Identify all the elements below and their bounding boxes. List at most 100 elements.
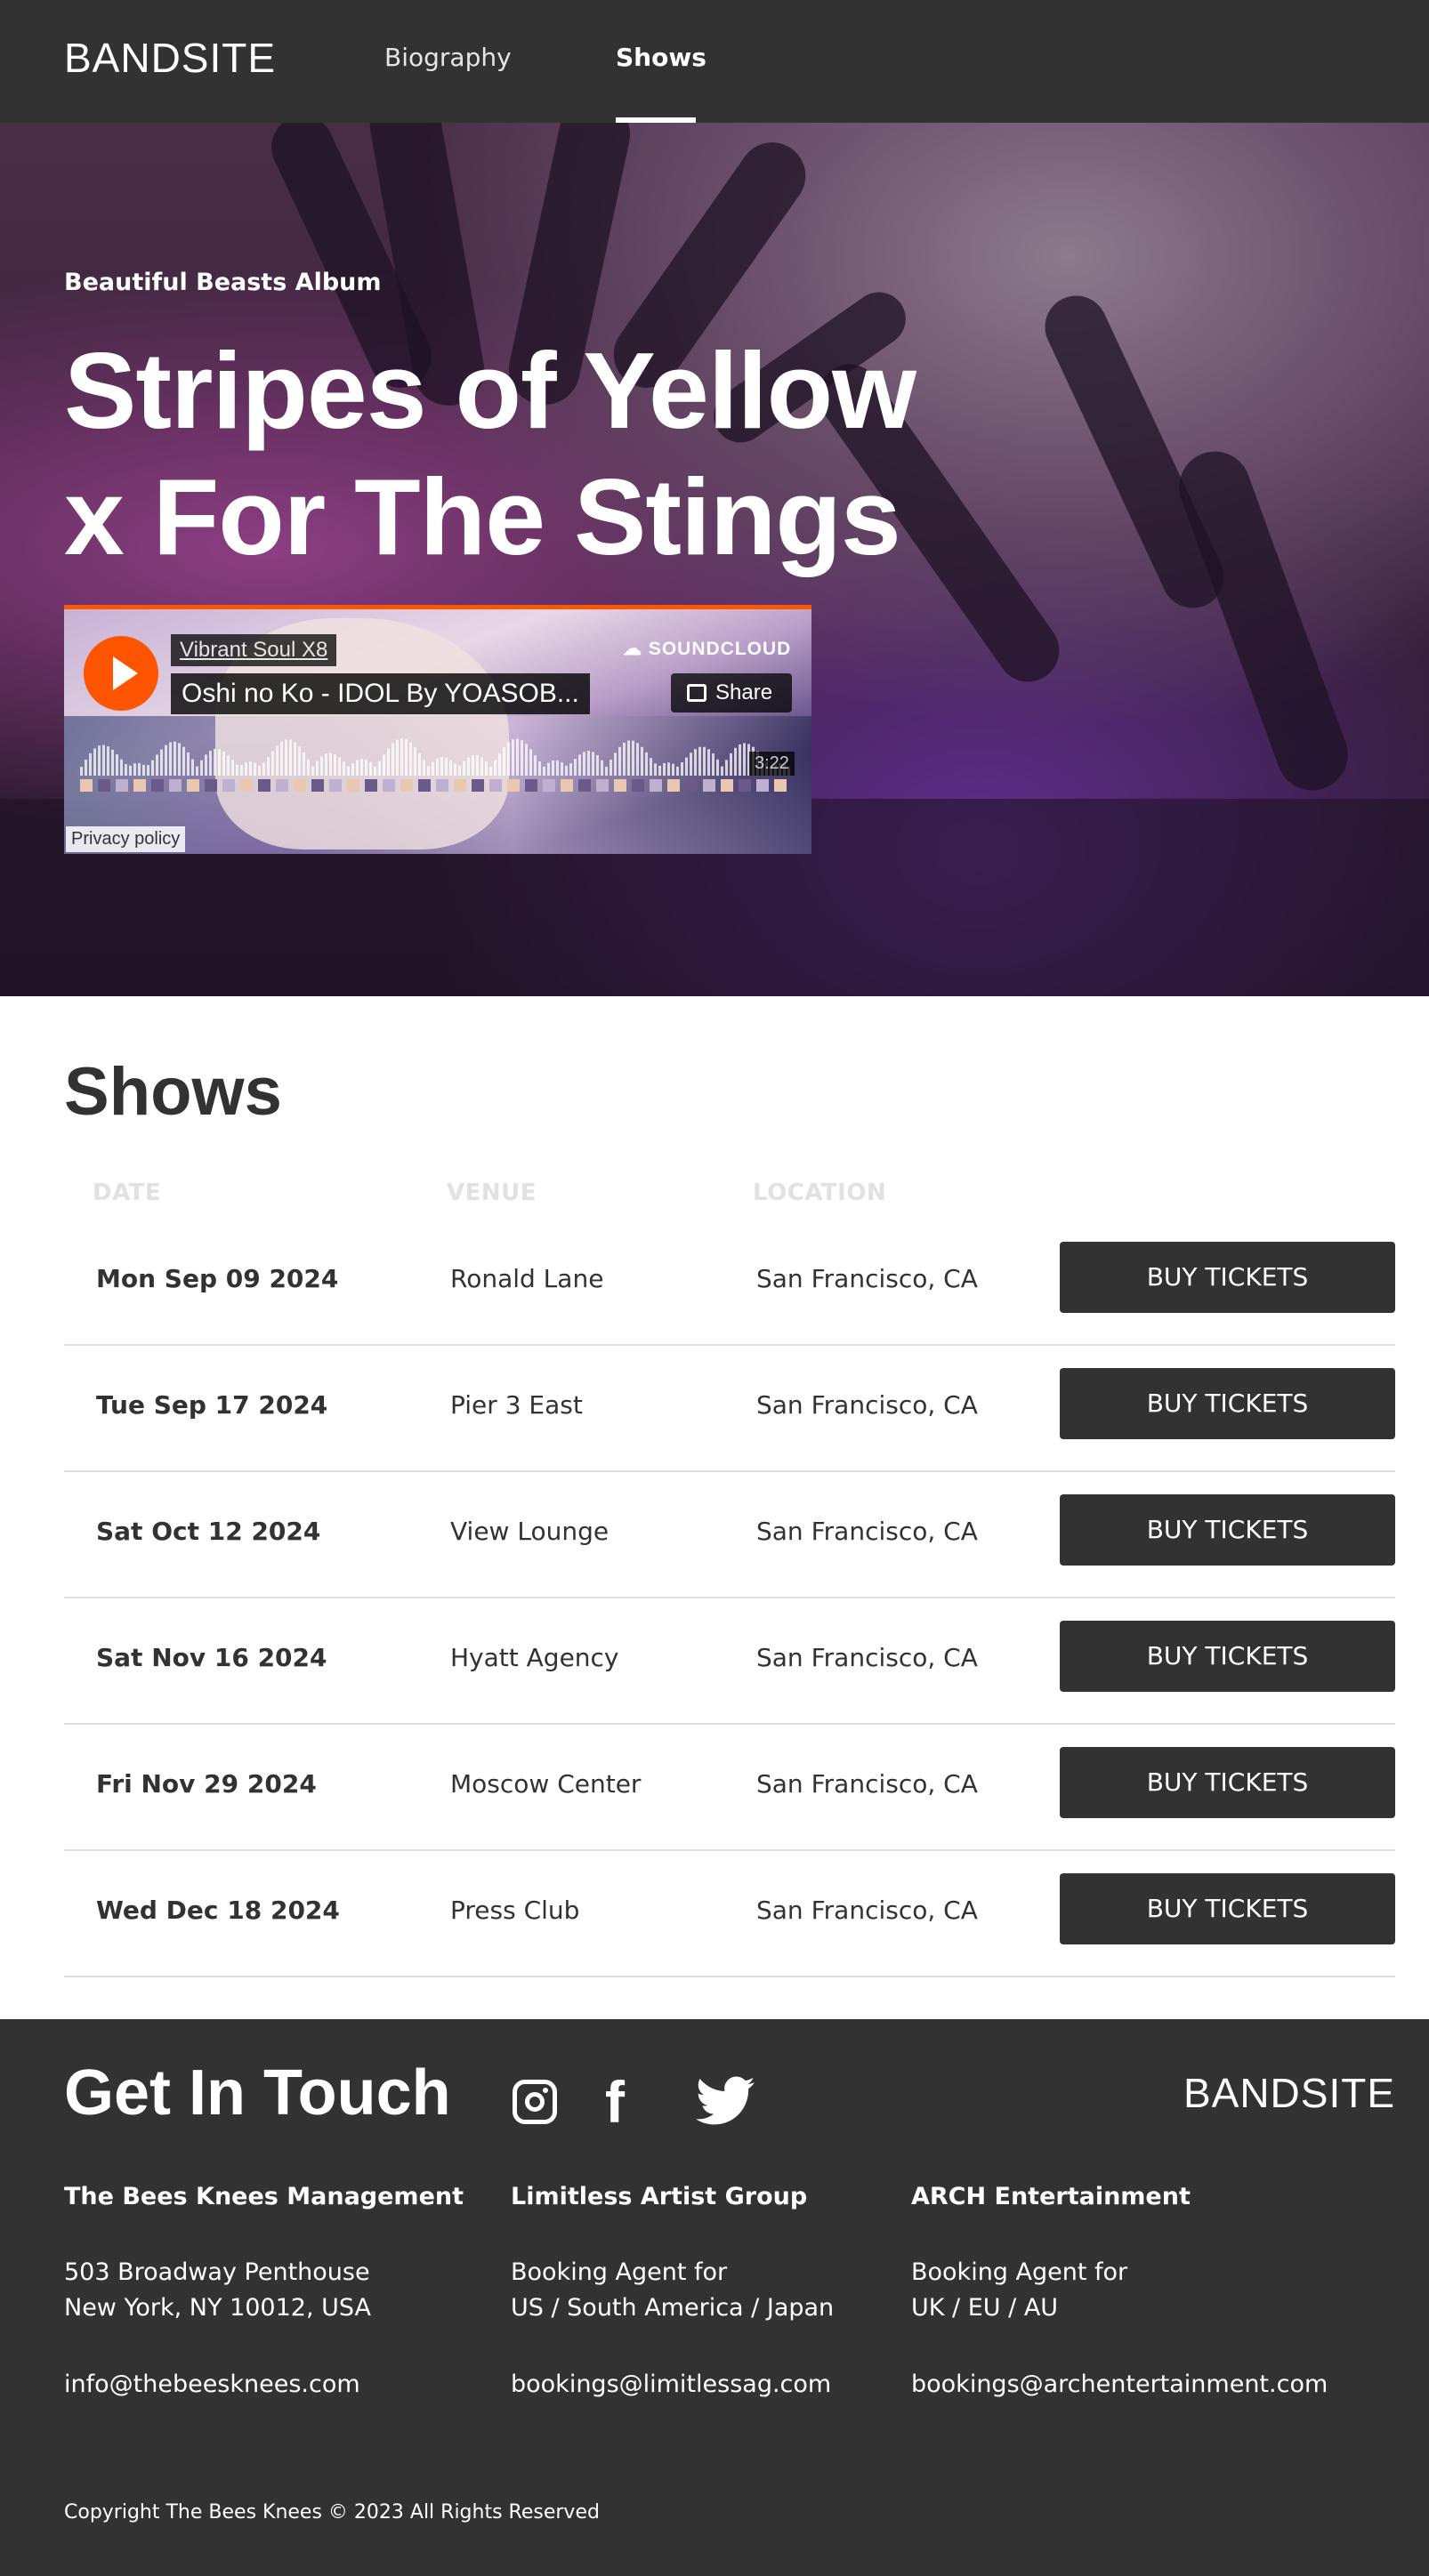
privacy-policy-link[interactable]: Privacy policy	[66, 826, 186, 852]
comment-avatar[interactable]	[489, 779, 502, 792]
waveform-bar	[618, 746, 621, 776]
show-row[interactable]: Wed Dec 18 2024 Press Club San Francisco…	[64, 1851, 1395, 1977]
comment-avatar[interactable]	[685, 779, 698, 792]
comment-avatar[interactable]	[543, 779, 555, 792]
comment-avatar[interactable]	[739, 779, 751, 792]
waveform-bar	[601, 760, 603, 776]
waveform-bar	[142, 764, 145, 776]
comment-avatar[interactable]	[561, 779, 573, 792]
comment-avatar[interactable]	[400, 779, 413, 792]
comment-avatar[interactable]	[276, 779, 288, 792]
comment-avatar[interactable]	[383, 779, 395, 792]
comment-avatar[interactable]	[98, 779, 110, 792]
comment-avatar[interactable]	[258, 779, 270, 792]
waveform-bar	[187, 752, 190, 776]
contact-column: ARCH Entertainment Booking Agent for UK …	[911, 2183, 1328, 2398]
waveform-bar	[596, 754, 599, 776]
soundcloud-logo[interactable]: ☁ SOUNDCLOUD	[623, 638, 791, 660]
comment-avatar[interactable]	[329, 779, 342, 792]
footer-logo[interactable]: BANDSITE	[1183, 2069, 1395, 2117]
show-row[interactable]: Sat Nov 16 2024 Hyatt Agency San Francis…	[64, 1598, 1395, 1725]
comment-avatar[interactable]	[187, 779, 199, 792]
track-duration: 3:22	[749, 752, 795, 776]
comment-avatar[interactable]	[632, 779, 644, 792]
waveform-bar	[414, 747, 416, 776]
comment-avatar[interactable]	[578, 779, 591, 792]
comment-avatar[interactable]	[169, 779, 182, 792]
waveform-bar	[494, 760, 497, 776]
facebook-icon[interactable]: f	[605, 2071, 625, 2133]
buy-tickets-button[interactable]: BUY TICKETS	[1060, 1242, 1395, 1313]
waveform-bar	[294, 742, 296, 776]
waveform-bar	[249, 761, 252, 776]
comment-avatar[interactable]	[80, 779, 93, 792]
comment-avatar[interactable]	[667, 779, 680, 792]
player-artist-link[interactable]: Vibrant Soul X8	[171, 634, 337, 666]
waveform-bar	[271, 751, 274, 776]
buy-tickets-button[interactable]: BUY TICKETS	[1060, 1621, 1395, 1692]
comment-avatar[interactable]	[756, 779, 769, 792]
comment-avatar[interactable]	[436, 779, 448, 792]
waveform-bar	[138, 762, 141, 776]
comment-avatar[interactable]	[472, 779, 484, 792]
waveform-bar	[196, 766, 198, 776]
contact-email-link[interactable]: bookings@archentertainment.com	[911, 2371, 1328, 2398]
waveform-bar	[129, 765, 132, 776]
comment-avatar[interactable]	[151, 779, 164, 792]
comment-avatar[interactable]	[525, 779, 537, 792]
contact-heading: The Bees Knees Management	[64, 2183, 464, 2210]
player-track-title[interactable]: Oshi no Ko - IDOL By YOASOB...	[171, 673, 590, 714]
comment-avatar[interactable]	[774, 779, 787, 792]
contact-email-link[interactable]: bookings@limitlessag.com	[511, 2371, 920, 2398]
comment-avatar[interactable]	[133, 779, 146, 792]
waveform-bar	[227, 755, 230, 776]
site-header: BANDSITE Biography Shows	[0, 0, 1429, 123]
waveform-bar	[552, 761, 554, 776]
nav-link-biography[interactable]: Biography	[384, 43, 512, 72]
waveform[interactable]	[80, 738, 792, 792]
comment-avatar[interactable]	[418, 779, 431, 792]
waveform-bar	[730, 753, 732, 776]
waveform-bar	[472, 755, 474, 776]
buy-tickets-button[interactable]: BUY TICKETS	[1060, 1747, 1395, 1818]
contact-details: 503 Broadway Penthouse New York, NY 1001…	[64, 2255, 473, 2326]
site-logo[interactable]: BANDSITE	[64, 34, 276, 82]
show-row[interactable]: Tue Sep 17 2024 Pier 3 East San Francisc…	[64, 1346, 1395, 1472]
comment-avatar[interactable]	[596, 779, 609, 792]
comment-avatar[interactable]	[347, 779, 359, 792]
waveform-bar	[102, 745, 105, 776]
comment-avatar[interactable]	[240, 779, 253, 792]
comment-avatar[interactable]	[454, 779, 466, 792]
comment-avatar[interactable]	[116, 779, 128, 792]
comment-avatar[interactable]	[721, 779, 733, 792]
buy-tickets-button[interactable]: BUY TICKETS	[1060, 1494, 1395, 1566]
share-button[interactable]: Share	[671, 673, 792, 712]
show-row[interactable]: Fri Nov 29 2024 Moscow Center San Franci…	[64, 1725, 1395, 1851]
waveform-bar	[165, 745, 167, 776]
comment-avatar[interactable]	[222, 779, 235, 792]
waveform-bar	[316, 761, 319, 776]
buy-tickets-button[interactable]: BUY TICKETS	[1060, 1368, 1395, 1439]
show-row[interactable]: Mon Sep 09 2024 Ronald Lane San Francisc…	[64, 1220, 1395, 1346]
comment-avatar[interactable]	[507, 779, 520, 792]
show-row[interactable]: Sat Oct 12 2024 View Lounge San Francisc…	[64, 1472, 1395, 1598]
comment-avatar[interactable]	[703, 779, 715, 792]
comment-avatar[interactable]	[311, 779, 324, 792]
waveform-bar	[405, 739, 408, 776]
waveform-bar	[222, 751, 225, 776]
buy-tickets-button[interactable]: BUY TICKETS	[1060, 1873, 1395, 1944]
nav-link-shows[interactable]: Shows	[616, 43, 706, 72]
waveform-bar	[467, 757, 470, 776]
show-location: San Francisco, CA	[756, 1517, 978, 1546]
waveform-bar	[240, 764, 243, 776]
waveform-bar	[267, 757, 270, 776]
contact-email-link[interactable]: info@thebeesknees.com	[64, 2371, 473, 2398]
soundcloud-player[interactable]: Vibrant Soul X8 Oshi no Ko - IDOL By YOA…	[64, 605, 811, 854]
comment-avatar[interactable]	[650, 779, 662, 792]
comment-avatar[interactable]	[365, 779, 377, 792]
comment-avatar[interactable]	[205, 779, 217, 792]
comment-avatar[interactable]	[614, 779, 626, 792]
play-button[interactable]	[84, 636, 158, 711]
comment-avatar[interactable]	[294, 779, 306, 792]
instagram-icon[interactable]	[513, 2080, 557, 2124]
